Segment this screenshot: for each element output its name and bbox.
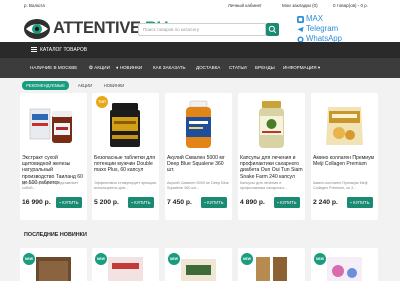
- cart-link[interactable]: 0 товар(ов) - 0 р.: [333, 3, 368, 8]
- new-product-card[interactable]: NEW: [238, 248, 305, 281]
- site-header: ATTENTIVE.RU Поиск товаров по каталогу M…: [0, 12, 400, 46]
- newest-section-title: ПОСЛЕДНИЕ НОВИНКИ: [24, 232, 87, 238]
- nav-articles[interactable]: СТАТЬИ: [229, 65, 247, 70]
- product-description: Данный препарат представляет собой...: [22, 181, 79, 190]
- product-image[interactable]: [248, 253, 295, 281]
- product-image[interactable]: [28, 99, 79, 149]
- max-icon: [297, 15, 304, 23]
- max-link[interactable]: MAX: [306, 14, 323, 24]
- telegram-icon: [297, 26, 304, 32]
- product-title[interactable]: Амино коллаген Премиум Meiji Collagen Pr…: [313, 155, 377, 167]
- product-price: 2 240 р.: [313, 199, 338, 206]
- new-product-card[interactable]: NEW: [165, 248, 232, 281]
- product-image[interactable]: [319, 99, 370, 149]
- tab-new[interactable]: НОВИНКИ: [99, 81, 129, 90]
- product-title[interactable]: Акулий Сквален 5000 мг Deep Blue Squalen…: [167, 155, 231, 174]
- search-button[interactable]: [266, 23, 279, 36]
- account-link[interactable]: Личный кабинет: [228, 3, 262, 8]
- product-price: 5 200 р.: [94, 199, 119, 206]
- product-image[interactable]: [175, 253, 222, 281]
- product-price: 4 890 р.: [240, 199, 265, 206]
- nav-brands[interactable]: БРЕНДЫ: [255, 65, 275, 70]
- new-product-card[interactable]: NEW: [92, 248, 159, 281]
- product-card[interactable]: Капсулы для лечения и профилактики сахар…: [238, 93, 305, 220]
- buy-button[interactable]: ▪ КУПИТЬ: [201, 197, 227, 208]
- product-description: Амино коллаген Премиум Meiji Collagen Pr…: [313, 181, 368, 190]
- new-product-card[interactable]: NEW: [311, 248, 378, 281]
- tab-sales[interactable]: АКЦИИ: [73, 81, 97, 90]
- new-badge: NEW: [168, 253, 180, 265]
- buy-button[interactable]: ▪ КУПИТЬ: [128, 197, 154, 208]
- product-title[interactable]: Безопасные таблетки для потенции мужчин …: [94, 155, 158, 174]
- product-image[interactable]: [321, 253, 368, 281]
- product-price: 16 990 р.: [22, 199, 51, 206]
- nav-in-stock-moscow[interactable]: НАЛИЧИЕ В МОСКВЕ: [30, 65, 77, 70]
- buy-button[interactable]: ▪ КУПИТЬ: [56, 197, 82, 208]
- logo-eye-icon[interactable]: [23, 16, 51, 42]
- new-badge: NEW: [314, 253, 326, 265]
- search-input[interactable]: Поиск товаров по каталогу: [138, 23, 266, 36]
- buy-button[interactable]: ▪ КУПИТЬ: [347, 197, 373, 208]
- product-image[interactable]: [102, 253, 149, 281]
- product-card[interactable]: Амино коллаген Премиум Meiji Collagen Pr…: [311, 93, 378, 220]
- product-image[interactable]: [173, 99, 224, 149]
- new-badge: NEW: [95, 253, 107, 265]
- contacts-block: MAX Telegram WhatsApp: [297, 14, 342, 44]
- chevron-down-icon: ▾: [316, 65, 321, 70]
- product-image[interactable]: [100, 99, 151, 149]
- catalog-button[interactable]: КАТАЛОГ ТОВАРОВ: [28, 42, 122, 58]
- product-price: 7 450 р.: [167, 199, 192, 206]
- new-product-card[interactable]: NEW: [20, 248, 87, 281]
- top-badge: ТОП: [96, 96, 108, 108]
- buy-button[interactable]: ▪ КУПИТЬ: [274, 197, 300, 208]
- nav-info[interactable]: ИНФОРМАЦИЯ ▾: [283, 65, 320, 71]
- product-card[interactable]: Экстракт сухой щитовидной железы натурал…: [20, 93, 87, 220]
- product-card[interactable]: Акулий Сквален 5000 мг Deep Blue Squalen…: [165, 93, 232, 220]
- product-title[interactable]: Капсулы для лечения и профилактики сахар…: [240, 155, 304, 180]
- product-card[interactable]: ТОП Безопасные таблетки для потенции муж…: [92, 93, 159, 220]
- product-description: Акулий Сквален 5000 мг Deep Blue Squalen…: [167, 181, 229, 190]
- new-badge: NEW: [23, 253, 35, 265]
- top-utility-bar: р. Валюта Личный кабинет Мои закладки (0…: [0, 0, 400, 12]
- product-image[interactable]: [246, 99, 297, 149]
- currency-selector[interactable]: р. Валюта: [24, 3, 45, 8]
- new-badge: NEW: [241, 253, 253, 265]
- tab-recommended[interactable]: РЕКОМЕНДУЕМЫЕ: [22, 81, 69, 90]
- product-description: Капсулы для лечения и профилактики сахар…: [240, 181, 288, 190]
- nav-delivery[interactable]: ДОСТАВКА: [196, 65, 220, 70]
- telegram-link[interactable]: Telegram: [306, 24, 338, 34]
- product-image[interactable]: [30, 253, 77, 281]
- main-nav: НАЛИЧИЕ В МОСКВЕ ❂ АКЦИИ ♦ НОВИНКИ КАК З…: [0, 58, 400, 78]
- nav-sales[interactable]: ❂ АКЦИИ: [89, 65, 110, 71]
- nav-how-to-order[interactable]: КАК ЗАКАЗАТЬ: [153, 65, 186, 70]
- wishlist-link[interactable]: Мои закладки (0): [282, 3, 318, 8]
- product-description: Эффективно стимулирует эрекцию, использу…: [94, 181, 158, 190]
- nav-new[interactable]: ♦ НОВИНКИ: [116, 65, 142, 70]
- search-icon: [268, 25, 277, 34]
